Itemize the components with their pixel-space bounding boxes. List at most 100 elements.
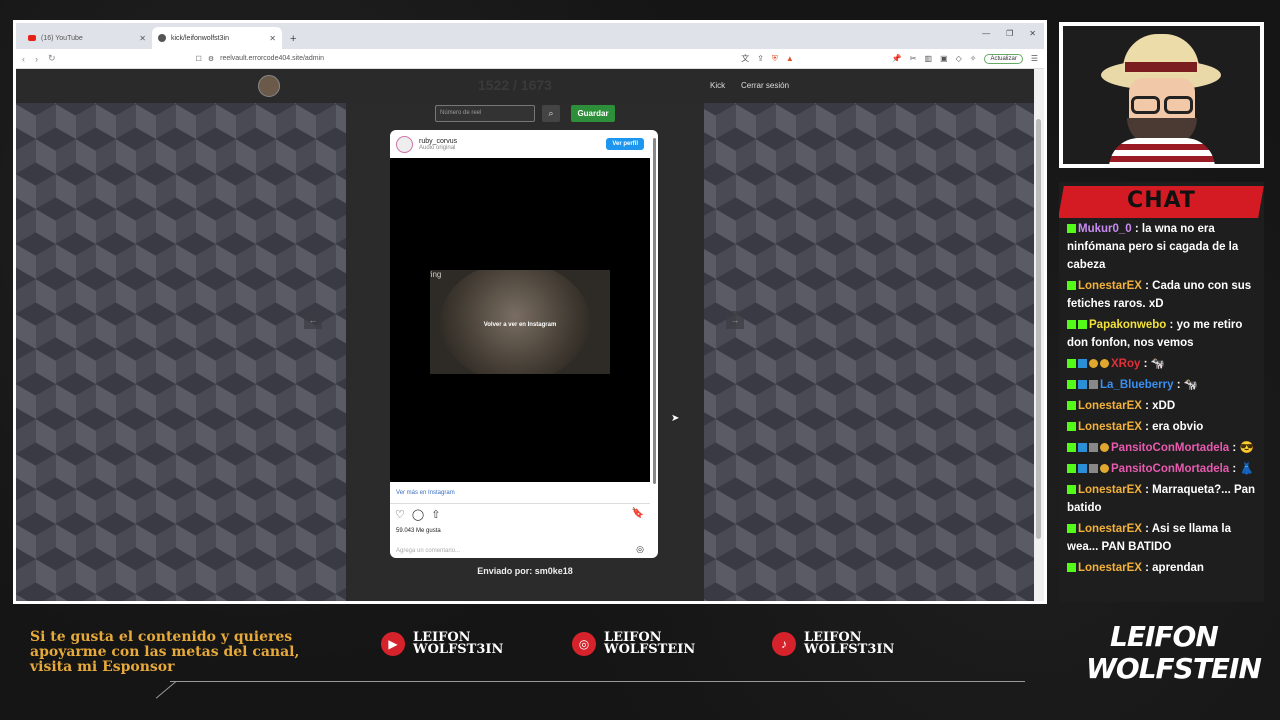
site-info-icon[interactable]: ⚙ (208, 55, 214, 63)
youtube-favicon-icon (28, 35, 36, 41)
chat-username[interactable]: PansitoConMortadela (1111, 463, 1229, 475)
chat-username[interactable]: LonestarEX (1078, 280, 1142, 292)
share-icon[interactable]: ⇧ (431, 508, 440, 521)
gold-badge-icon (1100, 464, 1109, 474)
kick-badge-icon (1067, 359, 1076, 369)
chat-message: LonestarEX : Cada uno con sus fetiches r… (1067, 280, 1252, 310)
minimize-icon[interactable]: — (982, 29, 990, 38)
forward-icon[interactable]: › (35, 54, 38, 64)
extensions-icon[interactable]: ✂ (910, 54, 917, 63)
sidebar-icon[interactable]: ▥ (925, 54, 933, 63)
update-button[interactable]: Actualizar (984, 53, 1023, 64)
save-button[interactable]: Guardar (571, 105, 615, 122)
chat-username[interactable]: Papakonwebo (1089, 319, 1166, 331)
instagram-embed: ruby_corvus Audio original Ver perfil ri… (390, 130, 658, 558)
pin-icon[interactable]: 📌 (892, 54, 902, 63)
close-icon[interactable]: ✕ (139, 34, 146, 43)
chat-username[interactable]: LonestarEX (1078, 421, 1142, 433)
embed-scrollbar[interactable] (653, 138, 656, 484)
avatar[interactable] (396, 135, 413, 153)
divider (170, 681, 1025, 682)
chat-username[interactable]: Mukur0_0 (1078, 223, 1132, 235)
maximize-icon[interactable]: ❐ (1006, 29, 1013, 38)
nav-kick-link[interactable]: Kick (710, 81, 725, 90)
kick-badge-icon (1067, 281, 1076, 291)
social-name: WOLFST3IN (804, 642, 895, 657)
tab-youtube[interactable]: (16) YouTube ✕ (22, 27, 152, 49)
instagram-icon[interactable]: ◎ (636, 544, 644, 555)
ig-audio-label[interactable]: Audio original (419, 145, 457, 151)
bookmark-icon[interactable]: 🔖 (632, 508, 644, 519)
logo-text: WOLFSTEIN (1086, 652, 1262, 685)
like-icon[interactable]: ♡ (395, 508, 405, 521)
rewards-icon[interactable]: ▲ (786, 54, 794, 63)
prev-reel-button[interactable]: ← (304, 311, 322, 329)
bookmark-icon[interactable]: ☐ (196, 55, 202, 63)
kick-badge-icon (1067, 224, 1076, 234)
share-icon[interactable]: ⇪ (757, 54, 764, 63)
chat-username[interactable]: La_Blueberry (1100, 379, 1174, 391)
avatar[interactable] (258, 75, 280, 97)
tiktok-icon: ♪ (772, 632, 796, 656)
chat-message: LonestarEX : Asi se llama la wea... PAN … (1067, 523, 1231, 553)
chat-message: LonestarEX : xDD (1067, 397, 1260, 415)
comment-icon[interactable]: ◯ (412, 508, 424, 521)
next-reel-button[interactable]: → (726, 311, 744, 329)
page-scrollbar[interactable] (1034, 69, 1044, 601)
chat-username[interactable]: LonestarEX (1078, 523, 1142, 535)
logo-text: LEIFON (1110, 620, 1219, 653)
gray-badge-icon (1089, 380, 1098, 390)
leo-icon[interactable]: ✧ (970, 54, 977, 63)
chat-username[interactable]: LonestarEX (1078, 400, 1142, 412)
blue-badge-icon (1078, 380, 1087, 390)
kick-badge-icon (1078, 320, 1087, 330)
thumbnail-watermark: ring (430, 270, 442, 279)
tab-label: (16) YouTube (41, 34, 83, 42)
gray-badge-icon (1089, 464, 1098, 474)
chat-text: 🐄 (1150, 358, 1165, 370)
translate-icon[interactable]: 文 (741, 53, 749, 64)
video-thumbnail[interactable]: ring Volver a ver en Instagram (430, 270, 610, 374)
see-more-link[interactable]: Ver más en Instagram (396, 490, 455, 496)
chat-message: La_Blueberry : 🐄 (1067, 376, 1260, 394)
blue-badge-icon (1078, 464, 1087, 474)
search-icon[interactable]: ⌕ (542, 105, 560, 122)
menu-icon[interactable]: ☰ (1031, 54, 1038, 63)
video-player[interactable]: ring Volver a ver en Instagram (390, 158, 650, 482)
new-tab-icon[interactable]: + (290, 33, 296, 45)
sent-by-label: Enviado por: sm0ke18 (477, 566, 573, 576)
brave-shield-icon[interactable]: ⛨ (772, 54, 778, 64)
social-tiktok: ♪ LEIFON WOLFST3IN (772, 631, 895, 657)
youtube-icon: ▶ (381, 632, 405, 656)
chat-username[interactable]: XRoy (1111, 358, 1140, 370)
chat-message: Mukur0_0 : la wna no era ninfómana pero … (1067, 223, 1239, 271)
browser-window: (16) YouTube ✕ kick/leifonwolfst3in ✕ + … (13, 20, 1047, 604)
comment-input[interactable]: Agrega un comentario... (396, 548, 460, 554)
chat-message: LonestarEX : Marraqueta?... Pan batido (1067, 484, 1256, 514)
view-profile-button[interactable]: Ver perfil (606, 138, 644, 150)
sponsor-line: apoyarme con las metas del canal, (30, 644, 300, 660)
social-youtube: ▶ LEIFON WOLFST3IN (381, 631, 503, 656)
chat-username[interactable]: LonestarEX (1078, 562, 1142, 574)
reload-icon[interactable]: ↻ (48, 53, 56, 64)
tab-kick[interactable]: kick/leifonwolfst3in ✕ (152, 27, 282, 49)
kick-badge-icon (1067, 485, 1076, 495)
rewatch-link[interactable]: Volver a ver en Instagram (430, 322, 610, 328)
reel-number-input[interactable]: Número de reel (435, 105, 535, 122)
wallet-icon[interactable]: ▣ (940, 54, 948, 63)
ig-username[interactable]: ruby_corvus (419, 138, 457, 145)
social-name: WOLFSTEIN (604, 642, 696, 657)
gray-badge-icon (1089, 443, 1098, 453)
nav-logout-link[interactable]: Cerrar sesión (741, 81, 789, 90)
chat-username[interactable]: LonestarEX (1078, 484, 1142, 496)
close-window-icon[interactable]: ✕ (1029, 29, 1036, 38)
chat-text: 😎 (1239, 442, 1254, 454)
back-icon[interactable]: ‹ (22, 54, 25, 64)
close-icon[interactable]: ✕ (269, 34, 276, 43)
vpn-icon[interactable]: ◇ (956, 54, 962, 63)
reel-counter: 1522 / 1673 (478, 77, 552, 93)
chat-username[interactable]: PansitoConMortadela (1111, 442, 1229, 454)
chat-message: LonestarEX : era obvio (1067, 418, 1260, 436)
chat-text: era obvio (1152, 421, 1204, 433)
url-field[interactable]: reelvault.errorcode404.site/admin (220, 55, 324, 62)
